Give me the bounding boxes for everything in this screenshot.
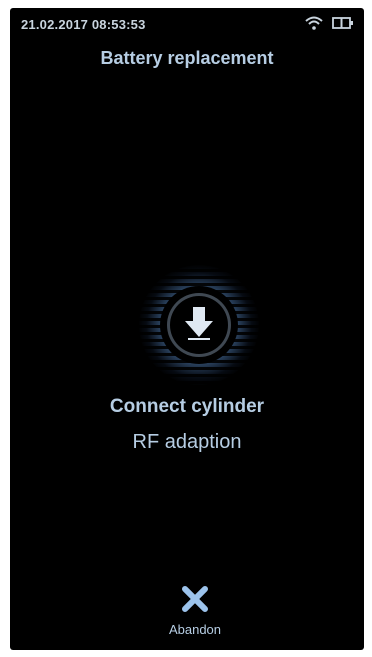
abandon-label: Abandon: [168, 622, 222, 637]
battery-icon: [332, 16, 354, 30]
screen-title: Battery replacement: [100, 48, 274, 68]
status-bar: 21.02.2017 08:53:53: [10, 8, 364, 40]
abandon-button[interactable]: Abandon: [150, 582, 240, 644]
instruction-primary: Connect cylinder: [109, 396, 265, 417]
instruction-secondary: RF adaption: [132, 431, 242, 453]
connect-arrow-button[interactable]: [160, 286, 238, 364]
close-icon: [178, 582, 212, 616]
status-icons: [305, 16, 354, 30]
arrow-down-icon: [182, 305, 216, 346]
device-screen: 21.02.2017 08:53:53 Battery replacement: [10, 8, 364, 650]
wifi-icon: [305, 16, 323, 30]
datetime: 21.02.2017 08:53:53: [21, 17, 146, 32]
arrow-circle: [167, 293, 231, 357]
